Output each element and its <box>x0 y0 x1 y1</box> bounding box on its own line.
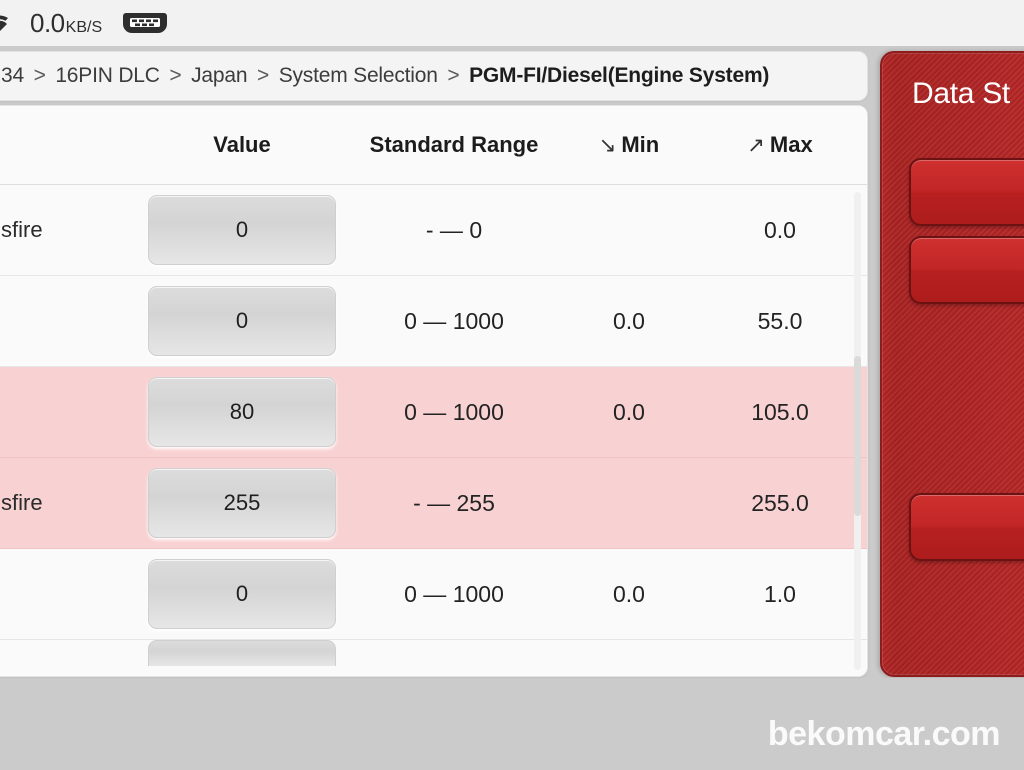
table-row[interactable]: sfire 0 - — 0 0.0 <box>0 185 867 276</box>
value-button[interactable]: 0 <box>148 195 336 265</box>
row-max: 255.0 <box>751 489 809 516</box>
arrow-down-right-icon: ↘ <box>598 133 617 157</box>
obd-connector-icon <box>122 9 168 37</box>
row-value-cell: 0 <box>135 195 349 265</box>
network-speed-unit: KB/S <box>65 18 103 36</box>
breadcrumb: 34 > 16PIN DLC > Japan > System Selectio… <box>1 64 769 88</box>
breadcrumb-item-3[interactable]: System Selection <box>279 64 438 87</box>
row-name: sfire <box>1 217 43 242</box>
network-speed: 0.0 KB/S <box>30 8 102 39</box>
breadcrumb-item-0[interactable]: 34 <box>1 64 24 87</box>
app-root: 0.0 KB/S 34 > 16PIN DLC > Japan > System… <box>0 0 1024 770</box>
breadcrumb-separator: > <box>33 64 46 87</box>
table-row[interactable]: 80 0 — 1000 0.0 105.0 <box>0 367 867 458</box>
row-standard-range: 0 — 1000 <box>404 398 504 425</box>
row-min: 0.0 <box>613 307 645 334</box>
column-header-min-label: Min <box>621 132 660 157</box>
value-button[interactable]: 255 <box>148 468 336 538</box>
column-header-min: ↘ Min <box>559 132 699 158</box>
row-max: 105.0 <box>751 398 809 425</box>
row-standard-range: - — 255 <box>413 489 495 516</box>
row-standard-range: 0 — 1000 <box>404 307 504 334</box>
side-panel-title: Data St <box>912 77 1010 110</box>
row-standard-range: 0 — 1000 <box>404 580 504 607</box>
side-panel-button-1[interactable] <box>909 158 1024 226</box>
row-value-cell <box>135 640 349 666</box>
watermark: bekomcar.com <box>767 715 1001 753</box>
value-button[interactable]: 0 <box>148 286 336 356</box>
breadcrumb-item-current: PGM-FI/Diesel(Engine System) <box>469 64 770 87</box>
row-min: 0.0 <box>613 580 645 607</box>
table-row[interactable]: 0 0 — 1000 0.0 1.0 <box>0 549 867 640</box>
column-header-max: ↗ Max <box>699 132 861 158</box>
row-value-cell: 0 <box>135 286 349 356</box>
table-row[interactable] <box>0 640 867 676</box>
value-button[interactable] <box>148 640 336 666</box>
row-min: 0.0 <box>613 398 645 425</box>
breadcrumb-separator: > <box>169 64 182 87</box>
breadcrumb-separator: > <box>447 64 460 87</box>
row-standard-range: - — 0 <box>425 216 483 243</box>
row-value-cell: 0 <box>135 559 349 629</box>
row-name: sfire <box>1 490 43 515</box>
row-value-cell: 80 <box>135 377 349 447</box>
table-row[interactable]: sfire 255 - — 255 255.0 <box>0 458 867 549</box>
breadcrumb-item-2[interactable]: Japan <box>191 64 247 87</box>
row-max: 55.0 <box>757 307 803 334</box>
table-scrollbar-thumb[interactable] <box>854 356 861 516</box>
column-header-max-label: Max <box>769 132 813 157</box>
column-header-standard-range: Standard Range <box>369 132 539 157</box>
breadcrumb-item-1[interactable]: 16PIN DLC <box>55 64 160 87</box>
status-bar: 0.0 KB/S <box>0 0 1024 46</box>
data-stream-table: Value Standard Range ↘ Min ↗ Max sfire 0… <box>0 105 868 677</box>
arrow-up-right-icon: ↗ <box>747 133 765 157</box>
breadcrumb-bar: 34 > 16PIN DLC > Japan > System Selectio… <box>0 51 868 101</box>
row-max: 1.0 <box>764 580 796 607</box>
value-button[interactable]: 80 <box>148 377 336 447</box>
side-panel-button-3[interactable] <box>909 493 1024 561</box>
network-speed-value: 0.0 <box>30 7 65 38</box>
row-value-cell: 255 <box>135 468 349 538</box>
breadcrumb-separator: > <box>256 64 270 87</box>
column-header-value: Value <box>213 132 271 157</box>
side-panel-button-2[interactable] <box>909 236 1024 304</box>
table-row[interactable]: 0 0 — 1000 0.0 55.0 <box>0 276 867 367</box>
row-max: 0.0 <box>764 216 796 243</box>
value-button[interactable]: 0 <box>148 559 336 629</box>
wifi-icon <box>0 11 22 35</box>
table-header-row: Value Standard Range ↘ Min ↗ Max <box>0 106 867 185</box>
side-panel: Data St <box>880 51 1024 677</box>
table-body: sfire 0 - — 0 0.0 0 0 — 1000 0.0 55.0 80… <box>0 185 867 676</box>
